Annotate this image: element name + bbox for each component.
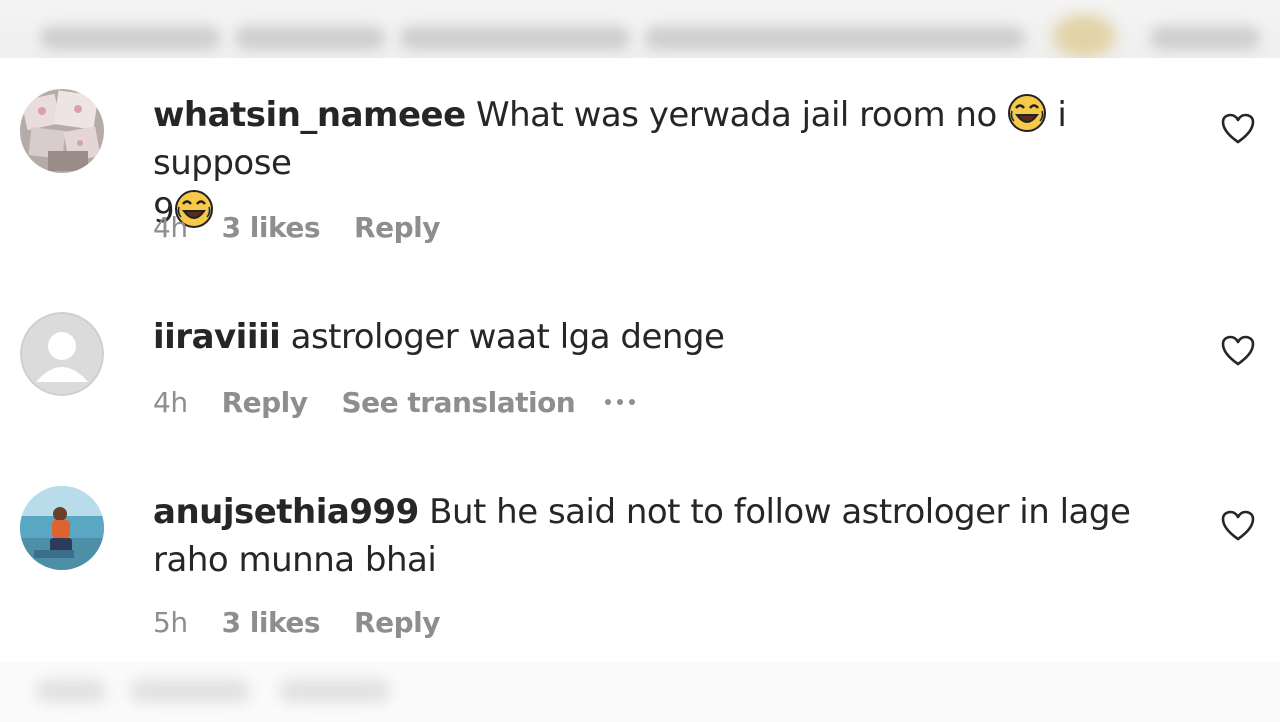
- comment-body: astrologer waat lga denge: [290, 317, 725, 357]
- heart-icon[interactable]: [1221, 113, 1255, 145]
- heart-icon[interactable]: [1221, 510, 1255, 542]
- comment-time: 4h: [153, 210, 188, 244]
- avatar[interactable]: [20, 89, 104, 173]
- comment-meta: 5h 3 likes Reply: [153, 602, 474, 642]
- likes-count[interactable]: 3 likes: [222, 211, 321, 244]
- comment-time: 5h: [153, 605, 188, 639]
- reply-button[interactable]: Reply: [354, 211, 440, 244]
- comment-meta: 4h Reply See translation: [153, 382, 636, 422]
- heart-icon[interactable]: [1221, 335, 1255, 367]
- comment-text: anujsethia999 But he said not to follow …: [153, 488, 1183, 584]
- reply-button[interactable]: Reply: [354, 606, 440, 639]
- comment-time: 4h: [153, 385, 188, 419]
- more-options-icon[interactable]: [605, 399, 636, 405]
- likes-count[interactable]: 3 likes: [222, 606, 321, 639]
- comment-meta: 4h 3 likes Reply: [153, 207, 474, 247]
- comment-username[interactable]: anujsethia999: [153, 492, 419, 532]
- comment-username[interactable]: iiraviiii: [153, 317, 281, 357]
- laughing-emoji-icon: [1008, 94, 1047, 132]
- reply-button[interactable]: Reply: [222, 386, 308, 419]
- blurred-previous-comment: [0, 0, 1280, 58]
- comment-text: iiraviiii astrologer waat lga denge: [153, 313, 1183, 361]
- comment-body: What was yerwada jail room no: [475, 95, 997, 135]
- see-translation-button[interactable]: See translation: [342, 386, 576, 419]
- comment-username[interactable]: whatsin_nameee: [153, 95, 466, 135]
- blurred-next-comment: [0, 662, 1280, 722]
- avatar[interactable]: [20, 312, 104, 396]
- avatar[interactable]: [20, 486, 104, 570]
